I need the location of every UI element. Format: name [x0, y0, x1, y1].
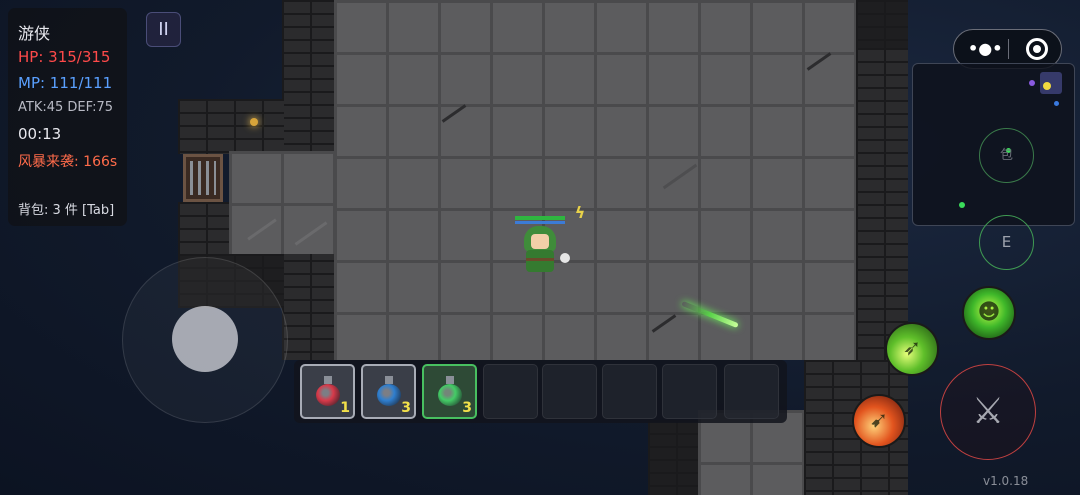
left-room-wall: [178, 99, 284, 154]
slot-quantity: 3: [462, 400, 472, 416]
player-body: [526, 250, 554, 272]
hotbar-slot-6[interactable]: [602, 364, 657, 419]
more-menu-icon[interactable]: •●•: [968, 38, 1002, 60]
bag-button[interactable]: 包: [979, 128, 1034, 183]
crossed-swords-icon: ⚔: [971, 391, 1005, 432]
hotbar-slot-7[interactable]: [662, 364, 717, 419]
player-hp-bar: [515, 216, 565, 220]
right-wall-top: [856, 0, 908, 48]
minimap-player-dot: [1043, 82, 1051, 90]
minimap-marker: [1054, 101, 1059, 106]
skill-button-3[interactable]: ➹: [852, 394, 906, 448]
stats-panel: 游侠 HP: 315/315 MP: 111/111 ATK:45 DEF:75…: [8, 8, 127, 226]
right-wall: [856, 48, 908, 368]
atk-def-text: ATK:45 DEF:75: [18, 100, 114, 115]
fire-volley-icon: ➹: [869, 408, 889, 433]
elapsed-timer: 00:13: [18, 125, 62, 143]
inventory-count[interactable]: 背包: 3 件 [Tab]: [18, 199, 114, 218]
bottom-corridor-wall: [648, 420, 700, 495]
slot-quantity: 3: [401, 400, 411, 416]
torch-icon: [250, 118, 258, 126]
hotbar-slot-1[interactable]: 1: [300, 364, 355, 419]
storm-countdown: 风暴来袭: 166s: [18, 154, 118, 170]
skill-button-1[interactable]: ☻: [962, 286, 1016, 340]
gate-bars-icon: [190, 161, 216, 195]
version-label: v1.0.18: [983, 474, 1029, 488]
player-mp-bar: [515, 221, 565, 224]
left-room-floor: [229, 151, 335, 254]
player-belt: [526, 258, 554, 261]
red-potion-icon: [316, 376, 340, 406]
hotbar-slot-3[interactable]: 3: [422, 364, 477, 419]
skill-button-2[interactable]: ➶: [885, 322, 939, 376]
shadow-strike-icon: ☻: [977, 300, 1001, 325]
capsule-divider: [1008, 39, 1009, 59]
hotbar-slot-4[interactable]: [483, 364, 538, 419]
hotbar-slot-2[interactable]: 3: [361, 364, 416, 419]
arrow-shot-icon: ➶: [902, 336, 922, 361]
locked-gate[interactable]: [183, 154, 223, 202]
pause-button[interactable]: II: [146, 12, 181, 47]
hotbar-slot-5[interactable]: [542, 364, 597, 419]
ranger-player-sprite: [520, 226, 560, 274]
blue-potion-icon: [377, 376, 401, 406]
interact-button[interactable]: E: [979, 215, 1034, 270]
hotbar-slot-8[interactable]: [724, 364, 779, 419]
joystick-knob[interactable]: [172, 306, 238, 372]
left-room-wall-lower: [178, 202, 230, 257]
attack-button[interactable]: ⚔: [940, 364, 1036, 460]
player-face: [531, 234, 549, 249]
lightning-pet-icon: ϟ: [574, 203, 586, 222]
slot-quantity: 1: [340, 400, 350, 416]
green-potion-icon: [438, 376, 462, 406]
aim-orb-icon: [560, 253, 570, 263]
main-room-floor: [334, 0, 856, 360]
minimap-enemy-dot: [959, 202, 965, 208]
close-target-icon[interactable]: [1026, 38, 1048, 60]
minimap-marker: [1029, 80, 1035, 86]
class-name: 游侠: [18, 24, 51, 43]
mp-text: MP: 111/111: [18, 74, 113, 92]
hp-text: HP: 315/315: [18, 48, 111, 66]
